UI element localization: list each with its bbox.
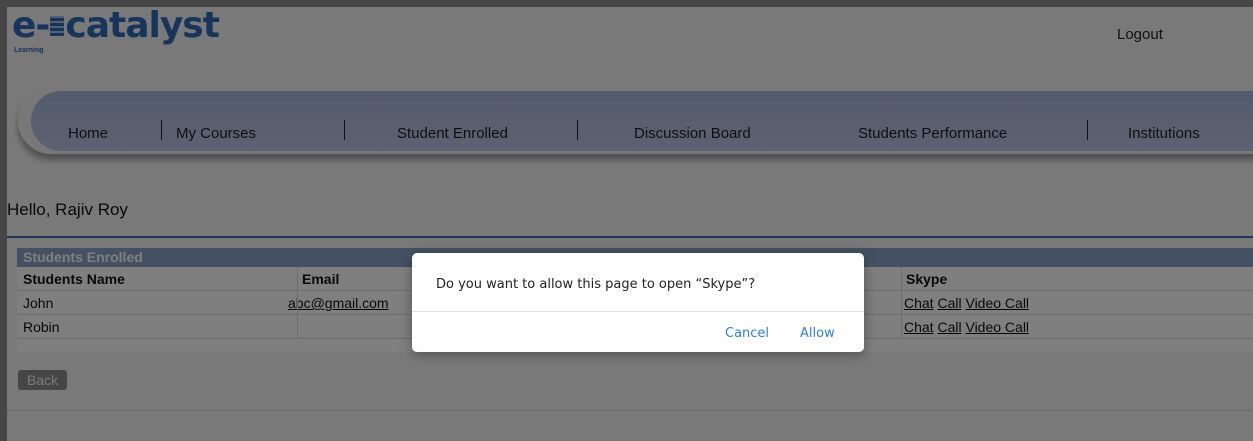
modal-overlay bbox=[0, 0, 1253, 441]
dialog-message: Do you want to allow this page to open “… bbox=[436, 277, 756, 292]
open-app-dialog: Do you want to allow this page to open “… bbox=[412, 253, 864, 352]
dialog-divider bbox=[412, 311, 864, 312]
cancel-button[interactable]: Cancel bbox=[725, 326, 769, 341]
allow-button[interactable]: Allow bbox=[800, 326, 835, 341]
